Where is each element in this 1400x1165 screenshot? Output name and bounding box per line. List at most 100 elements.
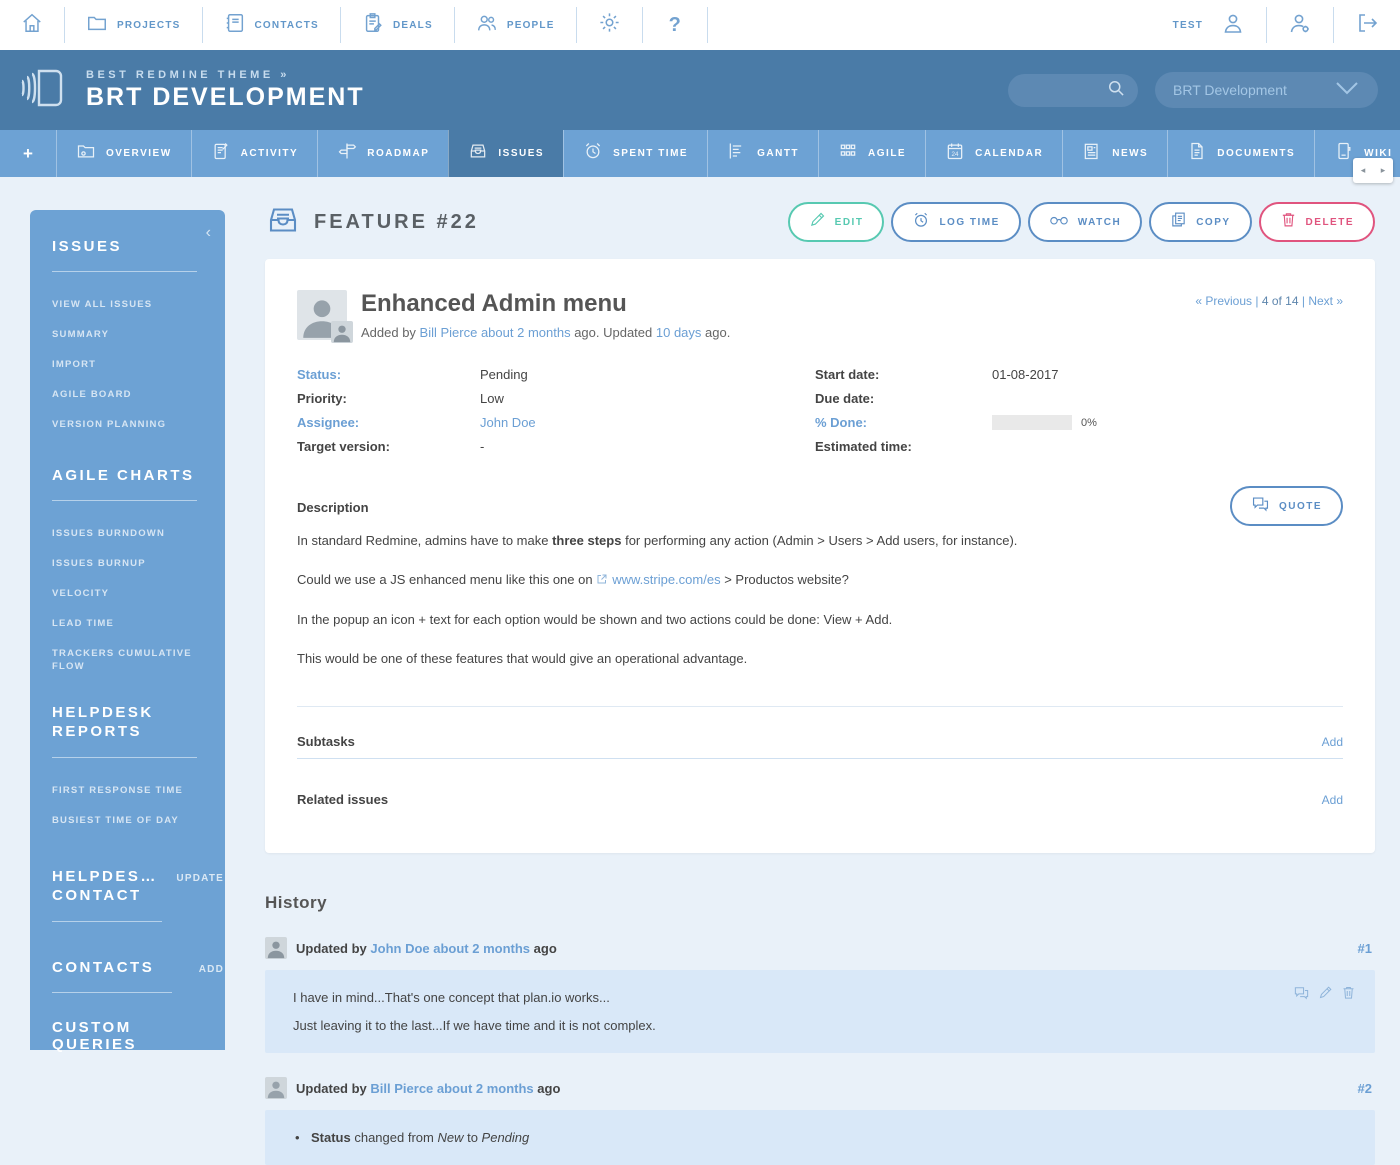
sidebar-item-lead-time[interactable]: LEAD TIME	[52, 617, 204, 630]
current-user-label: TEST	[1173, 20, 1203, 31]
tab-gantt[interactable]: GANTT	[707, 130, 818, 177]
sidebar-item-busiest-time-of-day[interactable]: BUSIEST TIME OF DAY	[52, 814, 204, 827]
settings-button[interactable]	[577, 11, 642, 39]
sidebar-item-trackers-cumulative-flow[interactable]: TRACKERS CUMULATIVE FLOW	[52, 647, 204, 673]
status-label[interactable]: Status:	[297, 367, 480, 382]
search-input[interactable]	[1016, 83, 1106, 98]
tab-scroll-controls: ◂ ▸	[1353, 158, 1393, 183]
add-subtask-link[interactable]: Add	[1322, 735, 1343, 749]
search-box[interactable]	[1008, 74, 1138, 107]
sidebar-item-issues-burndown[interactable]: ISSUES BURNDOWN	[52, 527, 204, 540]
sidebar-item-velocity[interactable]: VELOCITY	[52, 587, 204, 600]
sidebar-item-import[interactable]: IMPORT	[52, 358, 204, 371]
tab-scroll-left-button[interactable]: ◂	[1353, 158, 1373, 183]
stripe-link[interactable]: www.stripe.com/es	[612, 572, 720, 587]
user-icon	[1221, 11, 1245, 40]
start-date-label: Start date:	[815, 367, 992, 382]
author-link[interactable]: Bill Pierce about 2 months	[420, 325, 571, 340]
svg-text:24: 24	[952, 151, 959, 158]
sidebar-item-first-response-time[interactable]: FIRST RESPONSE TIME	[52, 784, 204, 797]
address-book-icon	[224, 12, 246, 39]
start-date-value: 01-08-2017	[992, 367, 1343, 382]
sidebar-action-add[interactable]: ADD	[199, 964, 224, 975]
home-icon	[21, 12, 43, 39]
admin-user-button[interactable]	[1267, 11, 1333, 40]
assignee-value-link[interactable]: John Doe	[480, 415, 815, 430]
sidebar: ‹ ISSUES VIEW ALL ISSUES SUMMARY IMPORT …	[30, 210, 225, 1050]
sidebar-collapse-icon[interactable]: ‹	[206, 224, 211, 242]
history-entry: Updated by Bill Pierce about 2 months ag…	[265, 1077, 1375, 1165]
project-selector[interactable]: BRT Development	[1155, 72, 1378, 108]
brt-logo	[14, 59, 72, 122]
delete-button[interactable]: DELETE	[1259, 202, 1375, 242]
spent-time-icon	[583, 141, 603, 166]
user-gear-icon	[1288, 11, 1312, 40]
external-link-icon	[596, 568, 608, 594]
logout-button[interactable]	[1334, 11, 1400, 40]
next-issue-link[interactable]: Next »	[1308, 294, 1343, 308]
history-entry-number[interactable]: #1	[1358, 941, 1372, 956]
calendar-icon: 24	[945, 141, 965, 166]
history-user-link[interactable]: John Doe about 2 months	[370, 941, 530, 956]
history-entry-number[interactable]: #2	[1358, 1081, 1372, 1096]
percent-done-label[interactable]: % Done:	[815, 415, 992, 430]
updated-link[interactable]: 10 days	[656, 325, 702, 340]
sidebar-item-agile-board[interactable]: AGILE BOARD	[52, 388, 204, 401]
sidebar-item-version-planning[interactable]: VERSION PLANNING	[52, 418, 204, 431]
tab-scroll-right-button[interactable]: ▸	[1373, 158, 1393, 183]
target-version-value: -	[480, 439, 815, 454]
related-issues-heading: Related issues	[297, 792, 388, 807]
tab-new[interactable]: +	[0, 130, 56, 177]
tab-activity[interactable]: ACTIVITY	[191, 130, 318, 177]
history-user-link[interactable]: Bill Pierce about 2 months	[370, 1081, 533, 1096]
tab-roadmap[interactable]: ROADMAP	[317, 130, 448, 177]
quote-icon[interactable]	[1293, 985, 1310, 1005]
delete-icon[interactable]	[1341, 985, 1356, 1005]
tab-agile[interactable]: AGILE	[818, 130, 925, 177]
add-related-issue-link[interactable]: Add	[1322, 793, 1343, 807]
edit-icon[interactable]	[1318, 985, 1333, 1005]
clipboard-icon	[362, 12, 384, 39]
people-icon	[476, 12, 498, 39]
assignee-label[interactable]: Assignee:	[297, 415, 480, 430]
history-comment-box: I have in mind...That's one concept that…	[265, 970, 1375, 1053]
sidebar-action-update[interactable]: UPDATE	[176, 873, 224, 884]
sidebar-item-summary[interactable]: SUMMARY	[52, 328, 204, 341]
tab-news[interactable]: NEWS	[1062, 130, 1167, 177]
home-button[interactable]	[0, 12, 64, 39]
sidebar-item-issues-burnup[interactable]: ISSUES BURNUP	[52, 557, 204, 570]
tab-documents[interactable]: DOCUMENTS	[1167, 130, 1314, 177]
project-tabs: + OVERVIEW ACTIVITY ROADMAP ISSUES SPENT…	[0, 130, 1400, 177]
issues-icon	[468, 141, 488, 166]
description-heading: Description	[297, 500, 1343, 515]
sidebar-section-helpdesk-contact: HELPDES… CONTACT	[52, 867, 167, 905]
history-change-box: Status changed from New to Pending	[265, 1110, 1375, 1165]
issue-card: Enhanced Admin menu Added by Bill Pierce…	[265, 259, 1375, 853]
chevron-down-icon	[1334, 80, 1360, 101]
top-application-bar: PROJECTS CONTACTS DEALS PEOPLE ? TEST	[0, 0, 1400, 50]
nav-people[interactable]: PEOPLE	[455, 12, 576, 39]
log-time-button[interactable]: LOG TIME	[891, 202, 1020, 242]
nav-projects[interactable]: PROJECTS	[65, 12, 202, 39]
change-item: Status changed from New to Pending	[293, 1130, 1347, 1145]
subtasks-section: Subtasks Add	[297, 734, 1343, 749]
help-button[interactable]: ?	[643, 14, 707, 37]
quote-button[interactable]: QUOTE	[1230, 486, 1343, 526]
divider	[297, 758, 1343, 759]
tab-issues[interactable]: ISSUES	[448, 130, 563, 177]
project-selector-value: BRT Development	[1173, 82, 1334, 98]
tab-spent-time[interactable]: SPENT TIME	[563, 130, 707, 177]
nav-contacts[interactable]: CONTACTS	[203, 12, 340, 39]
issue-position: 4 of 14	[1262, 294, 1299, 308]
sidebar-item-view-all-issues[interactable]: VIEW ALL ISSUES	[52, 298, 204, 311]
watch-button[interactable]: WATCH	[1028, 202, 1142, 242]
history-heading: History	[265, 893, 1375, 913]
tab-overview[interactable]: OVERVIEW	[56, 130, 191, 177]
nav-deals[interactable]: DEALS	[341, 12, 454, 39]
previous-issue-link[interactable]: « Previous	[1195, 294, 1252, 308]
copy-button[interactable]: COPY	[1149, 202, 1251, 242]
edit-button[interactable]: EDIT	[788, 202, 885, 242]
tab-calendar[interactable]: 24 CALENDAR	[925, 130, 1062, 177]
sidebar-section-custom-queries: CUSTOM QUERIES	[52, 1019, 203, 1053]
current-user-button[interactable]: TEST	[1152, 11, 1266, 40]
